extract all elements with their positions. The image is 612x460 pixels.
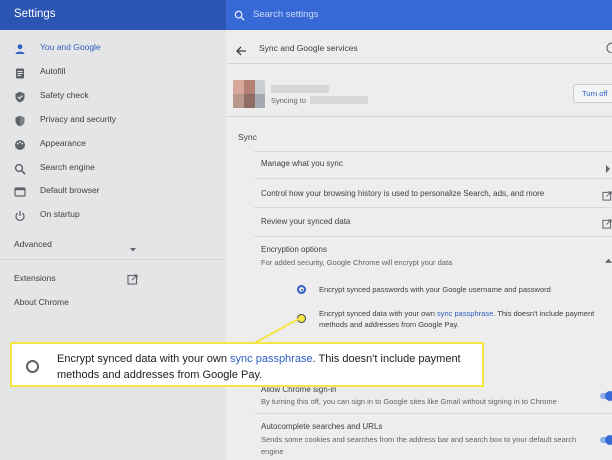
palette-icon <box>14 138 26 150</box>
help-icon[interactable] <box>606 41 612 53</box>
sidebar-item-safety-check[interactable]: Safety check <box>0 85 226 107</box>
row-divider <box>254 236 612 237</box>
row-divider <box>254 178 612 179</box>
encrypt-passwords-label: Encrypt synced passwords with your Googl… <box>319 285 551 294</box>
sidebar-about-chrome[interactable]: About Chrome <box>14 297 69 307</box>
sidebar-item-label: Appearance <box>40 138 86 148</box>
app-title: Settings <box>14 8 56 20</box>
person-icon <box>14 42 26 54</box>
open-external-icon[interactable] <box>602 216 612 234</box>
history-control-row[interactable]: Control how your browsing history is use… <box>261 189 544 198</box>
sidebar-item-label: Search engine <box>40 162 95 172</box>
turn-off-button-label: Turn off <box>582 89 608 98</box>
search-input[interactable]: Search settings <box>253 9 318 20</box>
sync-heading: Sync <box>238 132 257 142</box>
allow-signin-desc: By turning this off, you can sign in to … <box>261 397 557 406</box>
autocomplete-toggle[interactable] <box>600 435 612 445</box>
chevron-right-icon[interactable] <box>606 160 611 178</box>
row-divider <box>254 207 612 208</box>
sidebar-item-label: You and Google <box>40 42 101 52</box>
turn-off-button[interactable]: Turn off <box>573 84 612 103</box>
avatar <box>233 80 265 108</box>
allow-signin-toggle[interactable] <box>600 391 612 401</box>
sidebar-item-label: Privacy and security <box>40 114 117 124</box>
encrypt-passphrase-text: Encrypt synced data with your own <box>319 309 437 318</box>
callout-radio <box>26 360 39 373</box>
shield-icon <box>14 114 26 127</box>
top-bar: Settings Search settings <box>0 0 612 30</box>
sidebar-divider <box>0 259 226 260</box>
account-email-redacted <box>310 96 368 104</box>
sidebar-item-label: Safety check <box>40 90 89 100</box>
sidebar-item-you-and-google[interactable]: You and Google <box>0 37 226 59</box>
callout-text-start: Encrypt synced data with your own <box>57 353 231 365</box>
encrypt-passphrase-text-end: . This doesn't include payment <box>493 309 595 318</box>
search-bar[interactable]: Search settings <box>226 0 612 30</box>
sync-passphrase-link[interactable]: sync passphrase <box>437 309 493 318</box>
sidebar-extensions[interactable]: Extensions <box>14 273 56 283</box>
encrypt-passphrase-label: Encrypt synced data with your own sync p… <box>319 308 594 330</box>
open-external-icon[interactable] <box>127 272 138 290</box>
back-arrow-icon[interactable] <box>236 43 247 61</box>
zoom-callout: Encrypt synced data with your own sync p… <box>10 342 484 387</box>
row-divider <box>254 151 612 152</box>
chevron-down-icon[interactable] <box>129 240 137 258</box>
browser-icon <box>14 185 26 197</box>
account-divider <box>228 116 612 117</box>
row-divider <box>254 413 612 414</box>
header-divider <box>228 63 612 64</box>
callout-text: Encrypt synced data with your own sync p… <box>57 351 482 383</box>
autocomplete-desc-line1: Sends some cookies and searches from the… <box>261 435 577 444</box>
autocomplete-desc-line2: engine <box>261 447 284 456</box>
review-synced-data-row[interactable]: Review your synced data <box>261 217 350 226</box>
encryption-subtitle: For added security, Google Chrome will e… <box>261 258 453 267</box>
encrypt-passphrase-text-line2: methods and addresses from Google Pay. <box>319 320 459 329</box>
sidebar-item-appearance[interactable]: Appearance <box>0 133 226 155</box>
sidebar-item-autofill[interactable]: Autofill <box>0 61 226 83</box>
search-icon <box>14 162 26 175</box>
sidebar-item-label: On startup <box>40 209 80 219</box>
autocomplete-title: Autocomplete searches and URLs <box>261 422 383 431</box>
syncing-to-label: Syncing to <box>271 96 307 105</box>
clipboard-icon <box>14 66 26 79</box>
sidebar-item-search-engine[interactable]: Search engine <box>0 157 226 179</box>
manage-sync-row[interactable]: Manage what you sync <box>261 159 343 168</box>
sidebar-item-label: Default browser <box>40 185 100 195</box>
open-external-icon[interactable] <box>602 188 612 206</box>
sidebar-item-label: Autofill <box>40 66 66 76</box>
sidebar-item-privacy-and-security[interactable]: Privacy and security <box>0 109 226 131</box>
account-name-redacted <box>271 85 329 93</box>
page-title: Sync and Google services <box>259 43 358 53</box>
search-icon <box>234 8 245 26</box>
encryption-title: Encryption options <box>261 245 327 254</box>
sidebar-advanced[interactable]: Advanced <box>14 239 52 249</box>
callout-sync-passphrase-link: sync passphrase <box>230 353 313 365</box>
power-icon <box>14 209 26 222</box>
sidebar-item-default-browser[interactable]: Default browser <box>0 180 226 202</box>
sidebar-item-on-startup[interactable]: On startup <box>0 204 226 226</box>
encrypt-passwords-radio[interactable] <box>297 285 306 294</box>
shield-check-icon <box>14 90 26 103</box>
chevron-up-icon[interactable] <box>605 250 612 268</box>
